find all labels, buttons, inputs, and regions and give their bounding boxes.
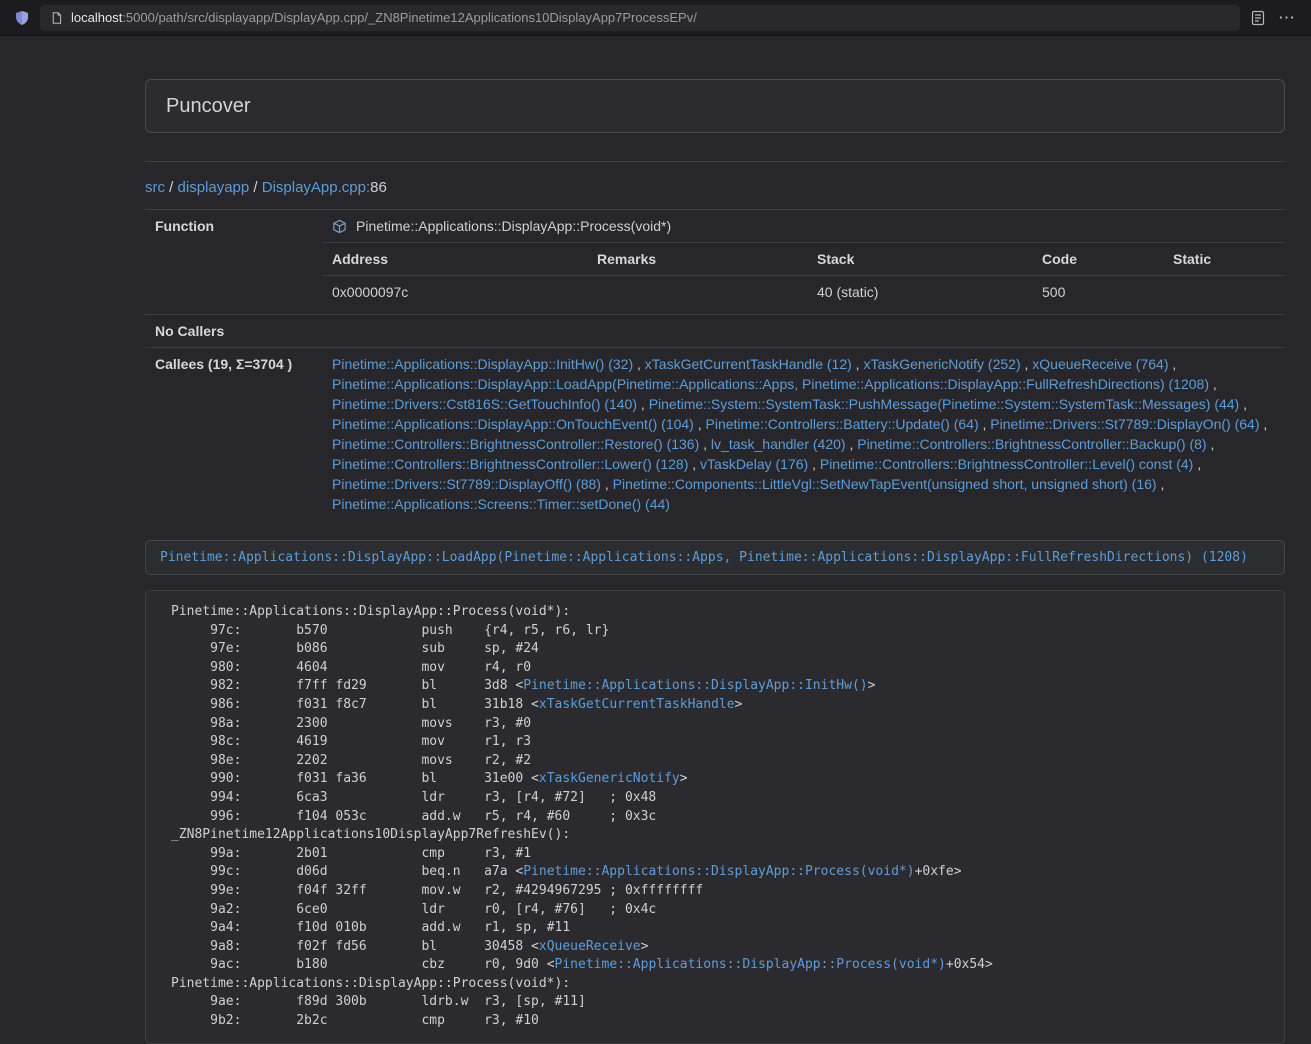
callee-link[interactable]: xTaskGenericNotify (252) xyxy=(863,356,1020,372)
url-host: localhost xyxy=(71,10,122,25)
asm-line: 996: f104 053c add.w r5, r4, #60 ; 0x3c xyxy=(171,808,1269,827)
callee-link[interactable]: Pinetime::Drivers::St7789::DisplayOn() (… xyxy=(990,416,1259,432)
asm-line: Pinetime::Applications::DisplayApp::Proc… xyxy=(171,603,1269,622)
stats-column-header: Static xyxy=(1163,243,1285,276)
asm-line: 97e: b086 sub sp, #24 xyxy=(171,640,1269,659)
breadcrumb-text: 86 xyxy=(370,179,387,196)
callee-link[interactable]: Pinetime::Applications::DisplayApp::OnTo… xyxy=(332,416,694,432)
callee-link[interactable]: Pinetime::Applications::Screens::Timer::… xyxy=(332,496,670,512)
symbol-icon xyxy=(332,219,347,234)
stats-column-header: Remarks xyxy=(587,243,807,276)
page-icon xyxy=(50,11,63,25)
divider xyxy=(145,161,1285,162)
more-options-icon[interactable]: ⋯ xyxy=(1276,9,1297,26)
callee-link[interactable]: Pinetime::Applications::DisplayApp::Load… xyxy=(332,376,1209,392)
stats-header-row: AddressRemarksStackCodeStatic xyxy=(322,243,1285,276)
breadcrumb-text: / xyxy=(165,179,178,196)
callee-link[interactable]: Pinetime::Drivers::St7789::DisplayOff() … xyxy=(332,476,601,492)
url-text: localhost:5000/path/src/displayapp/Displ… xyxy=(71,10,697,25)
asm-symbol-link[interactable]: Pinetime::Applications::DisplayApp::Proc… xyxy=(555,957,946,972)
selected-callee-panel: Pinetime::Applications::DisplayApp::Load… xyxy=(145,540,1285,575)
asm-line: 9a2: 6ce0 ldr r0, [r4, #76] ; 0x4c xyxy=(171,901,1269,920)
disassembly-panel: Pinetime::Applications::DisplayApp::Proc… xyxy=(145,590,1285,1044)
callees-list: Pinetime::Applications::DisplayApp::Init… xyxy=(322,348,1285,521)
asm-line: 982: f7ff fd29 bl 3d8 <Pinetime::Applica… xyxy=(171,677,1269,696)
function-table: Function Pinetime::Applications::Display… xyxy=(145,209,1285,520)
app-title: Puncover xyxy=(166,95,251,118)
asm-line: 980: 4604 mov r4, r0 xyxy=(171,659,1269,678)
callees-label: Callees (19, Σ=3704 ) xyxy=(145,348,322,521)
callee-link[interactable]: Pinetime::Controllers::Battery::Update()… xyxy=(706,416,979,432)
asm-line: 994: 6ca3 ldr r3, [r4, #72] ; 0x48 xyxy=(171,789,1269,808)
stats-value xyxy=(587,276,807,309)
callee-link[interactable]: Pinetime::Applications::DisplayApp::Init… xyxy=(332,356,633,372)
app-title-panel: Puncover xyxy=(145,79,1285,133)
disassembly: Pinetime::Applications::DisplayApp::Proc… xyxy=(171,603,1269,1031)
browser-toolbar: localhost:5000/path/src/displayapp/Displ… xyxy=(0,0,1311,36)
callee-link[interactable]: xTaskGetCurrentTaskHandle (12) xyxy=(645,356,852,372)
breadcrumb-link[interactable]: displayapp xyxy=(178,179,250,196)
asm-line: 98e: 2202 movs r2, #2 xyxy=(171,752,1269,771)
asm-line: 98a: 2300 movs r3, #0 xyxy=(171,715,1269,734)
asm-line: 9a8: f02f fd56 bl 30458 <xQueueReceive> xyxy=(171,938,1269,957)
callee-link[interactable]: Pinetime::Controllers::BrightnessControl… xyxy=(332,456,688,472)
asm-line: 99a: 2b01 cmp r3, #1 xyxy=(171,845,1269,864)
asm-symbol-link[interactable]: Pinetime::Applications::DisplayApp::Proc… xyxy=(523,864,914,879)
callees-row: Callees (19, Σ=3704 ) Pinetime::Applicat… xyxy=(145,348,1285,521)
stats-value: 500 xyxy=(1032,276,1163,309)
asm-symbol-link[interactable]: Pinetime::Applications::DisplayApp::Init… xyxy=(523,678,867,693)
callee-link[interactable]: Pinetime::Controllers::BrightnessControl… xyxy=(820,456,1193,472)
asm-line: 99e: f04f 32ff mov.w r2, #4294967295 ; 0… xyxy=(171,882,1269,901)
callee-link[interactable]: Pinetime::Drivers::Cst816S::GetTouchInfo… xyxy=(332,396,637,412)
selected-callee-link[interactable]: Pinetime::Applications::DisplayApp::Load… xyxy=(160,550,1248,565)
breadcrumb-text: / xyxy=(249,179,262,196)
stats-table: AddressRemarksStackCodeStatic 0x0000097c… xyxy=(322,242,1285,308)
page-content: Puncover src / displayapp / DisplayApp.c… xyxy=(145,36,1285,1044)
asm-line: Pinetime::Applications::DisplayApp::Proc… xyxy=(171,975,1269,994)
stats-value: 40 (static) xyxy=(807,276,1032,309)
asm-line: 9ae: f89d 300b ldrb.w r3, [sp, #11] xyxy=(171,993,1269,1012)
shield-icon[interactable] xyxy=(14,10,30,26)
stats-column-header: Address xyxy=(322,243,587,276)
stats-value xyxy=(1163,276,1285,309)
breadcrumb-link[interactable]: src xyxy=(145,179,165,196)
callee-link[interactable]: Pinetime::Controllers::BrightnessControl… xyxy=(857,436,1206,452)
callee-link[interactable]: vTaskDelay (176) xyxy=(700,456,808,472)
callee-link[interactable]: Pinetime::System::SystemTask::PushMessag… xyxy=(649,396,1240,412)
asm-line: 97c: b570 push {r4, r5, r6, lr} xyxy=(171,622,1269,641)
stats-column-header: Code xyxy=(1032,243,1163,276)
asm-symbol-link[interactable]: xQueueReceive xyxy=(539,939,641,954)
asm-line: _ZN8Pinetime12Applications10DisplayApp7R… xyxy=(171,826,1269,845)
callee-link[interactable]: Pinetime::Components::LittleVgl::SetNewT… xyxy=(613,476,1157,492)
url-bar[interactable]: localhost:5000/path/src/displayapp/Displ… xyxy=(40,5,1240,31)
asm-line: 9b2: 2b2c cmp r3, #10 xyxy=(171,1012,1269,1031)
stats-value-row: 0x0000097c 40 (static)500 xyxy=(322,276,1285,309)
function-name: Pinetime::Applications::DisplayApp::Proc… xyxy=(356,216,671,236)
reader-mode-icon[interactable] xyxy=(1250,10,1266,26)
url-path: :5000/path/src/displayapp/DisplayApp.cpp… xyxy=(122,10,697,25)
asm-line: 9ac: b180 cbz r0, 9d0 <Pinetime::Applica… xyxy=(171,956,1269,975)
stats-value: 0x0000097c xyxy=(322,276,587,309)
asm-line: 99c: d06d beq.n a7a <Pinetime::Applicati… xyxy=(171,863,1269,882)
no-callers-cell xyxy=(322,315,1285,348)
asm-symbol-link[interactable]: xTaskGenericNotify xyxy=(539,771,680,786)
no-callers-label: No Callers xyxy=(145,315,322,348)
function-row: Function Pinetime::Applications::Display… xyxy=(145,210,1285,315)
callee-link[interactable]: Pinetime::Controllers::BrightnessControl… xyxy=(332,436,699,452)
function-name-line: Pinetime::Applications::DisplayApp::Proc… xyxy=(332,216,1275,236)
asm-line: 98c: 4619 mov r1, r3 xyxy=(171,733,1269,752)
callee-link[interactable]: lv_task_handler (420) xyxy=(711,436,846,452)
breadcrumb: src / displayapp / DisplayApp.cpp:86 xyxy=(145,179,1285,196)
function-cell: Pinetime::Applications::DisplayApp::Proc… xyxy=(322,210,1285,315)
callee-link[interactable]: xQueueReceive (764) xyxy=(1032,356,1168,372)
asm-symbol-link[interactable]: xTaskGetCurrentTaskHandle xyxy=(539,697,735,712)
asm-line: 990: f031 fa36 bl 31e00 <xTaskGenericNot… xyxy=(171,770,1269,789)
asm-line: 9a4: f10d 010b add.w r1, sp, #11 xyxy=(171,919,1269,938)
stats-column-header: Stack xyxy=(807,243,1032,276)
function-row-label: Function xyxy=(145,210,322,315)
asm-line: 986: f031 f8c7 bl 31b18 <xTaskGetCurrent… xyxy=(171,696,1269,715)
breadcrumb-link[interactable]: DisplayApp.cpp: xyxy=(262,179,370,196)
no-callers-row: No Callers xyxy=(145,315,1285,348)
